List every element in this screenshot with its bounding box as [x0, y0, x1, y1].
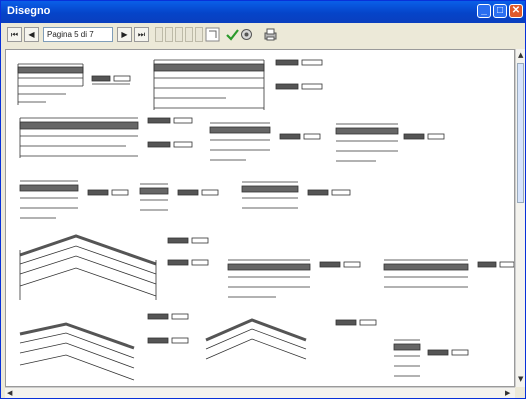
roof-drawing	[19, 234, 157, 300]
section-detail	[307, 189, 351, 196]
toolbar-separator	[155, 27, 163, 42]
section-detail	[147, 313, 189, 344]
toolbar-separator	[185, 27, 193, 42]
beam-drawing	[335, 123, 399, 162]
horizontal-scrollbar[interactable]: ◀ ▶	[5, 387, 515, 398]
toolbar: ⏮ ◀ Pagina 5 di 7 ▶ ⏭	[3, 23, 523, 47]
title-bar: Disegno _ □ ✕	[1, 1, 525, 23]
beam-drawing	[209, 122, 271, 161]
app-window: Disegno _ □ ✕ ⏮ ◀ Pagina 5 di 7 ▶ ⏭ ▲ ▼ …	[0, 0, 526, 399]
section-detail	[87, 189, 129, 196]
page-field[interactable]: Pagina 5 di 7	[43, 27, 113, 42]
maximize-button[interactable]: □	[493, 4, 507, 18]
scroll-down-icon[interactable]: ▼	[518, 375, 523, 383]
beam-drawing	[241, 181, 299, 209]
section-detail	[427, 349, 469, 356]
beam-drawing	[17, 63, 84, 105]
zoom-icon[interactable]	[205, 27, 220, 42]
toolbar-separator	[165, 27, 173, 42]
scroll-right-icon[interactable]: ▶	[505, 389, 510, 397]
minimize-button[interactable]: _	[477, 4, 491, 18]
roof-drawing	[19, 322, 135, 381]
beam-drawing	[19, 180, 79, 219]
window-title: Disegno	[7, 5, 51, 17]
prev-page-button[interactable]: ◀	[24, 27, 39, 42]
beam-drawing	[153, 59, 265, 110]
toolbar-separator	[175, 27, 183, 42]
drawing-canvas[interactable]	[5, 49, 515, 387]
section-detail	[91, 75, 131, 85]
last-page-button[interactable]: ⏭	[134, 27, 149, 42]
section-detail	[403, 133, 445, 140]
close-button[interactable]: ✕	[509, 4, 523, 18]
section-detail	[319, 261, 361, 268]
beam-drawing	[19, 117, 139, 158]
section-detail	[147, 117, 193, 148]
vertical-scrollbar[interactable]: ▲ ▼	[515, 49, 525, 387]
section-detail	[275, 59, 323, 90]
section-detail	[477, 261, 514, 268]
scroll-left-icon[interactable]: ◀	[7, 389, 12, 397]
section-detail	[177, 189, 219, 196]
section-detail	[167, 237, 209, 266]
structural-drawings	[17, 59, 514, 381]
first-page-button[interactable]: ⏮	[7, 27, 22, 42]
scroll-thumb[interactable]	[517, 63, 524, 203]
section-detail	[279, 133, 321, 140]
toolbar-separator	[195, 27, 203, 42]
settings-icon[interactable]	[239, 27, 254, 42]
print-icon[interactable]	[263, 27, 278, 42]
roof-drawing	[205, 318, 307, 360]
scroll-up-icon[interactable]: ▲	[518, 51, 523, 59]
beam-drawing	[139, 183, 169, 211]
beam-drawing	[227, 259, 311, 298]
beam-drawing	[383, 259, 469, 288]
check-icon[interactable]	[225, 27, 240, 42]
beam-drawing	[393, 339, 421, 377]
next-page-button[interactable]: ▶	[117, 27, 132, 42]
section-detail	[335, 319, 377, 326]
